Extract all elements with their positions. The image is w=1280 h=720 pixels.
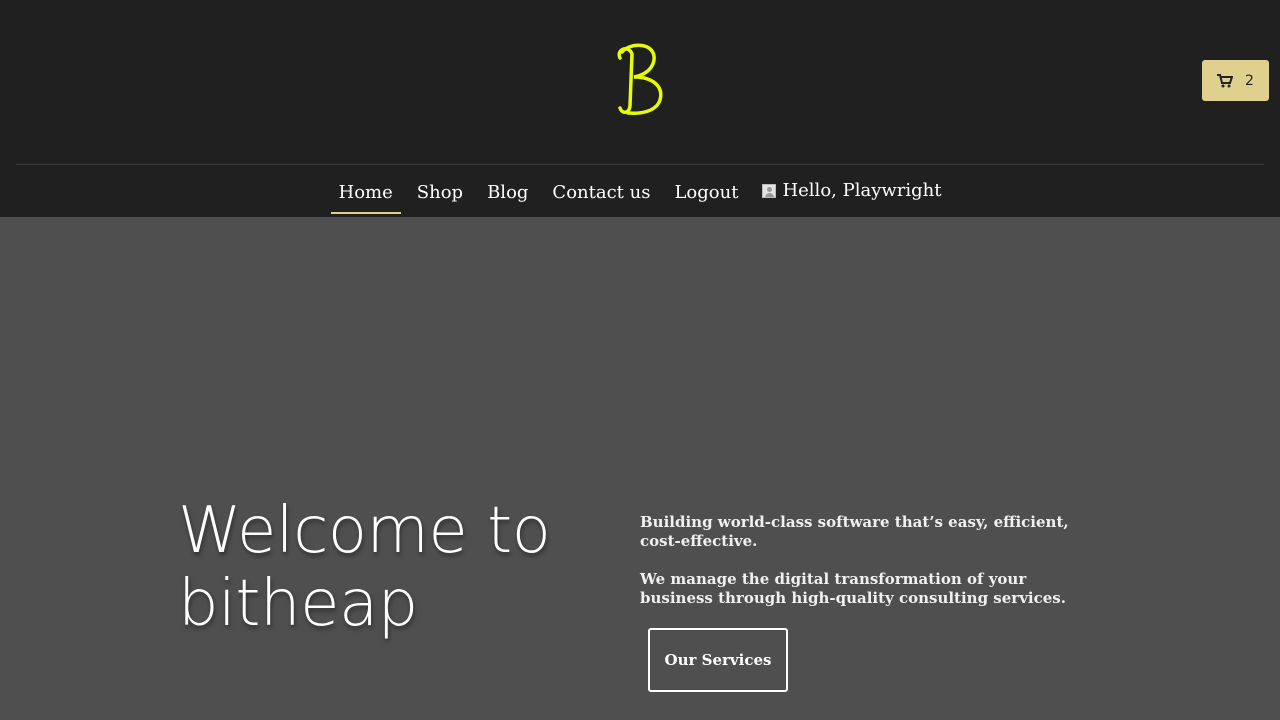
nav-item-home[interactable]: Home xyxy=(327,168,405,214)
shopping-cart-icon xyxy=(1217,73,1234,87)
our-services-button[interactable]: Our Services xyxy=(648,628,788,692)
nav-item-logout[interactable]: Logout xyxy=(662,168,750,214)
nav-item-contact-us[interactable]: Contact us xyxy=(540,168,662,214)
hero-tagline: Building world-class software that’s eas… xyxy=(640,513,1069,550)
brand-logo-icon[interactable] xyxy=(610,40,670,120)
nav-item-blog[interactable]: Blog xyxy=(475,168,540,214)
cart-count: 2 xyxy=(1245,72,1254,89)
user-greeting: Hello, Playwright xyxy=(782,180,942,201)
nav-item-user[interactable]: Hello, Playwright xyxy=(750,168,953,214)
site-header: 2 Home Shop Blog Contact us Logout Hello… xyxy=(0,0,1280,217)
avatar-icon xyxy=(762,184,777,198)
hero-description: We manage the digital transformation of … xyxy=(640,570,1066,607)
hero-title: Welcome to bitheap xyxy=(178,494,551,641)
nav-item-shop[interactable]: Shop xyxy=(405,168,475,214)
cart-button[interactable]: 2 xyxy=(1202,60,1269,101)
main-nav: Home Shop Blog Contact us Logout Hello, … xyxy=(0,165,1280,217)
